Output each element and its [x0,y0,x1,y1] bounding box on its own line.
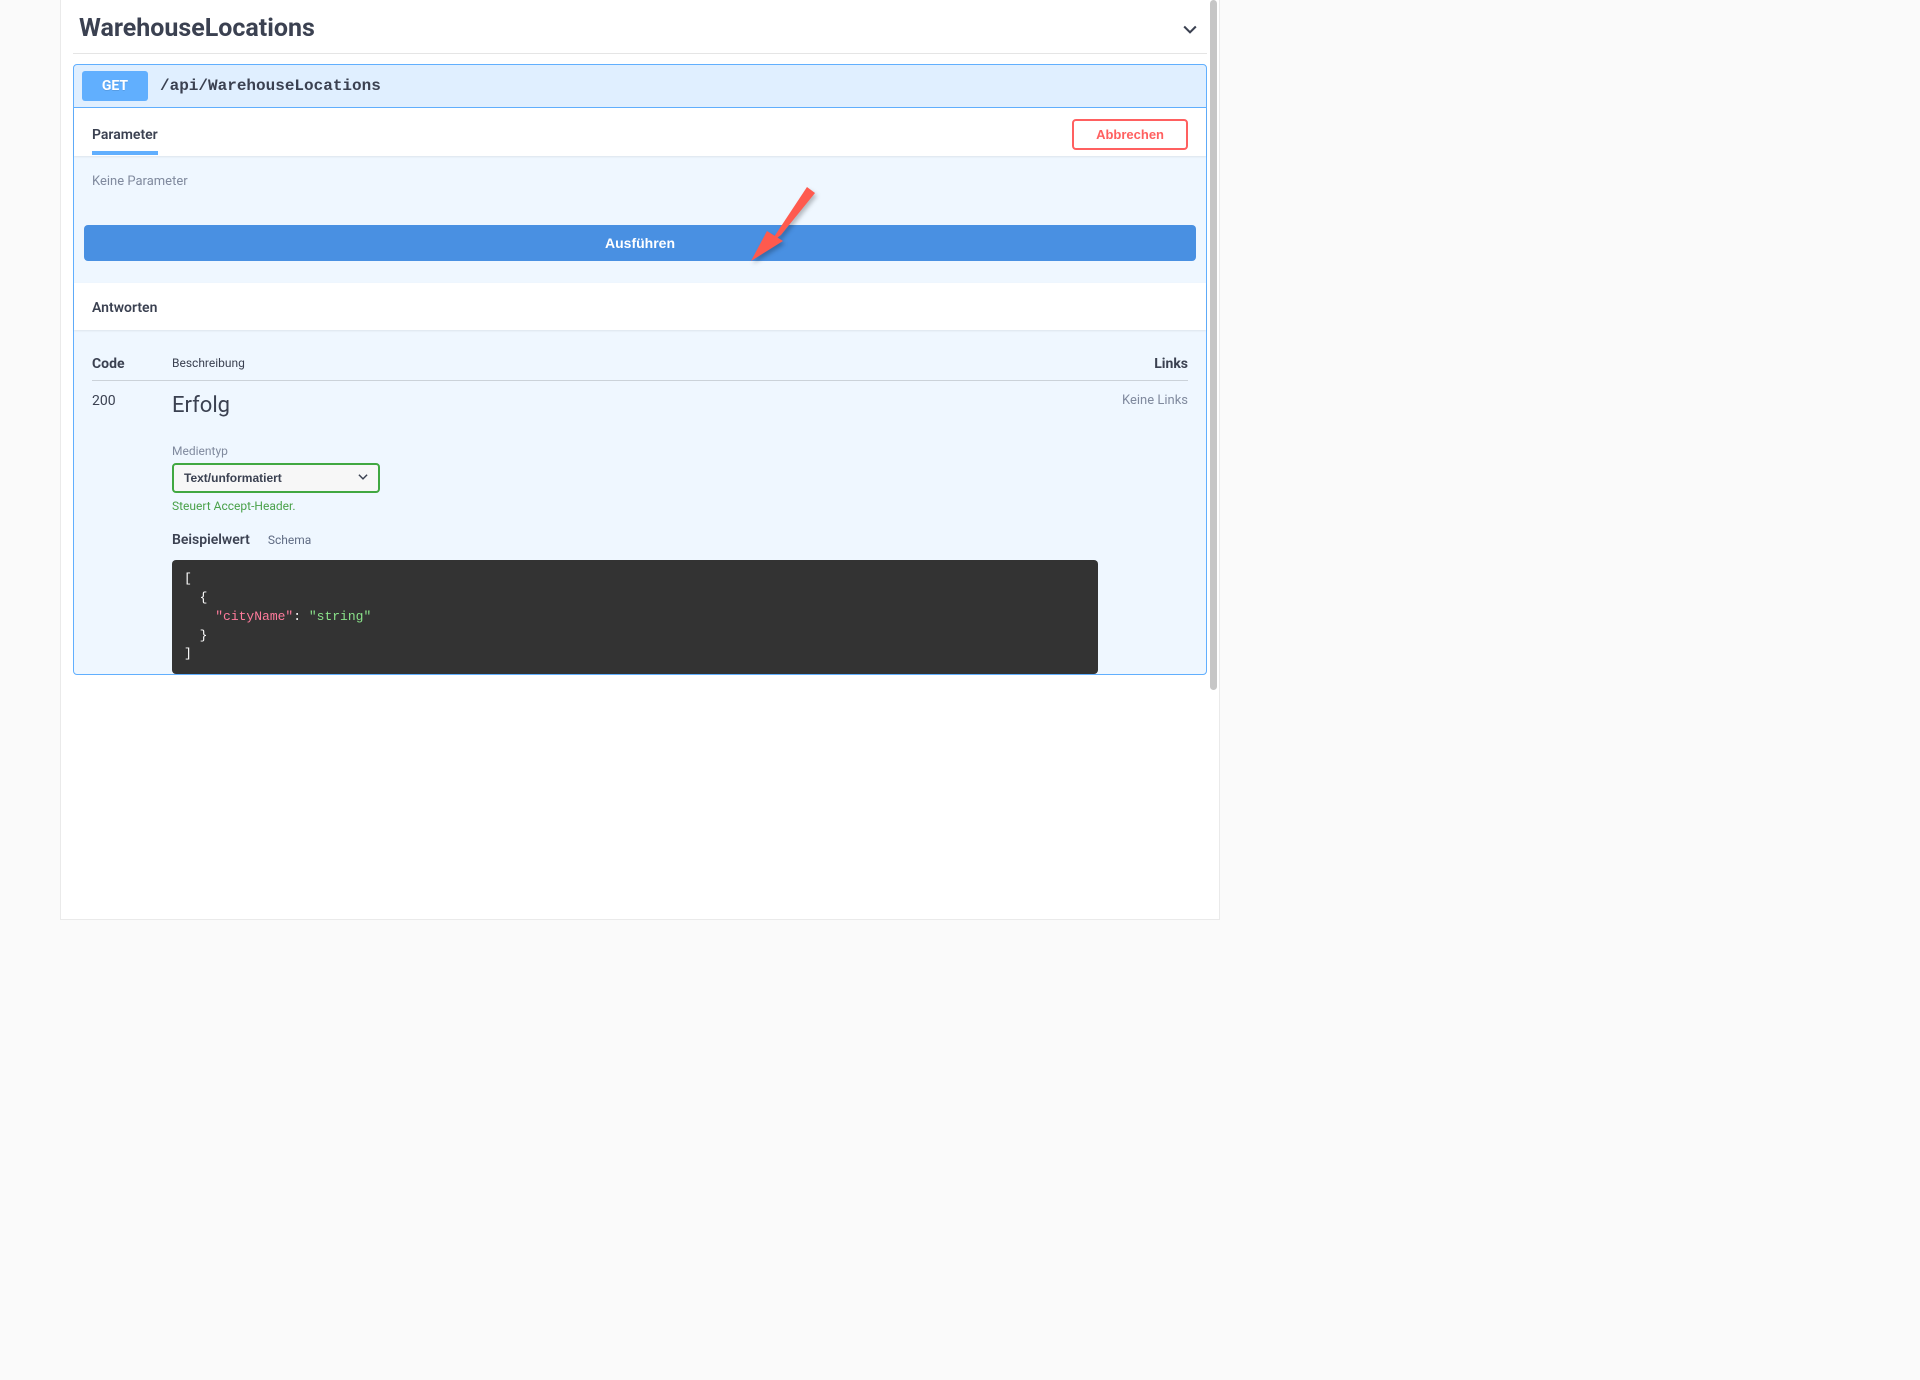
tab-schema[interactable]: Schema [268,533,311,547]
responses-table: Code Beschreibung Links 200 Erfolg Medie… [74,330,1206,674]
operation-block: GET /api/WarehouseLocations Parameter Ab… [73,64,1207,675]
responses-title: Antworten [92,300,157,316]
col-header-links: Links [1098,356,1188,372]
scrollbar-thumb[interactable] [1210,0,1217,690]
chevron-down-icon[interactable] [1179,18,1201,40]
col-header-code: Code [92,356,172,372]
response-description: Erfolg [172,393,1098,418]
cancel-button[interactable]: Abbrechen [1072,119,1188,150]
media-type-select[interactable]: Text/unformatiert [172,463,380,493]
accept-header-note: Steuert Accept-Header. [172,499,1098,513]
http-method-badge: GET [82,71,148,101]
parameters-header: Parameter Abbrechen [74,108,1206,156]
execute-button[interactable]: Ausführen [84,225,1196,261]
response-row: 200 Erfolg Medientyp Text/unformatiert [92,381,1188,674]
col-header-description: Beschreibung [172,356,1098,372]
tag-header[interactable]: WarehouseLocations [73,0,1207,54]
media-type-label: Medientyp [172,444,1098,458]
response-links: Keine Links [1098,393,1188,674]
endpoint-path: /api/WarehouseLocations [160,77,381,95]
no-parameters-text: Keine Parameter [92,174,1188,189]
example-code-block: [ { "cityName": "string" } ] [172,560,1098,674]
tab-example-value[interactable]: Beispielwert [172,532,250,548]
responses-header: Antworten [74,283,1206,330]
tag-title: WarehouseLocations [79,14,315,43]
operation-summary[interactable]: GET /api/WarehouseLocations [74,65,1206,108]
vertical-scrollbar[interactable] [1210,0,1217,920]
response-code: 200 [92,393,172,674]
tab-parameters[interactable]: Parameter [92,119,158,155]
